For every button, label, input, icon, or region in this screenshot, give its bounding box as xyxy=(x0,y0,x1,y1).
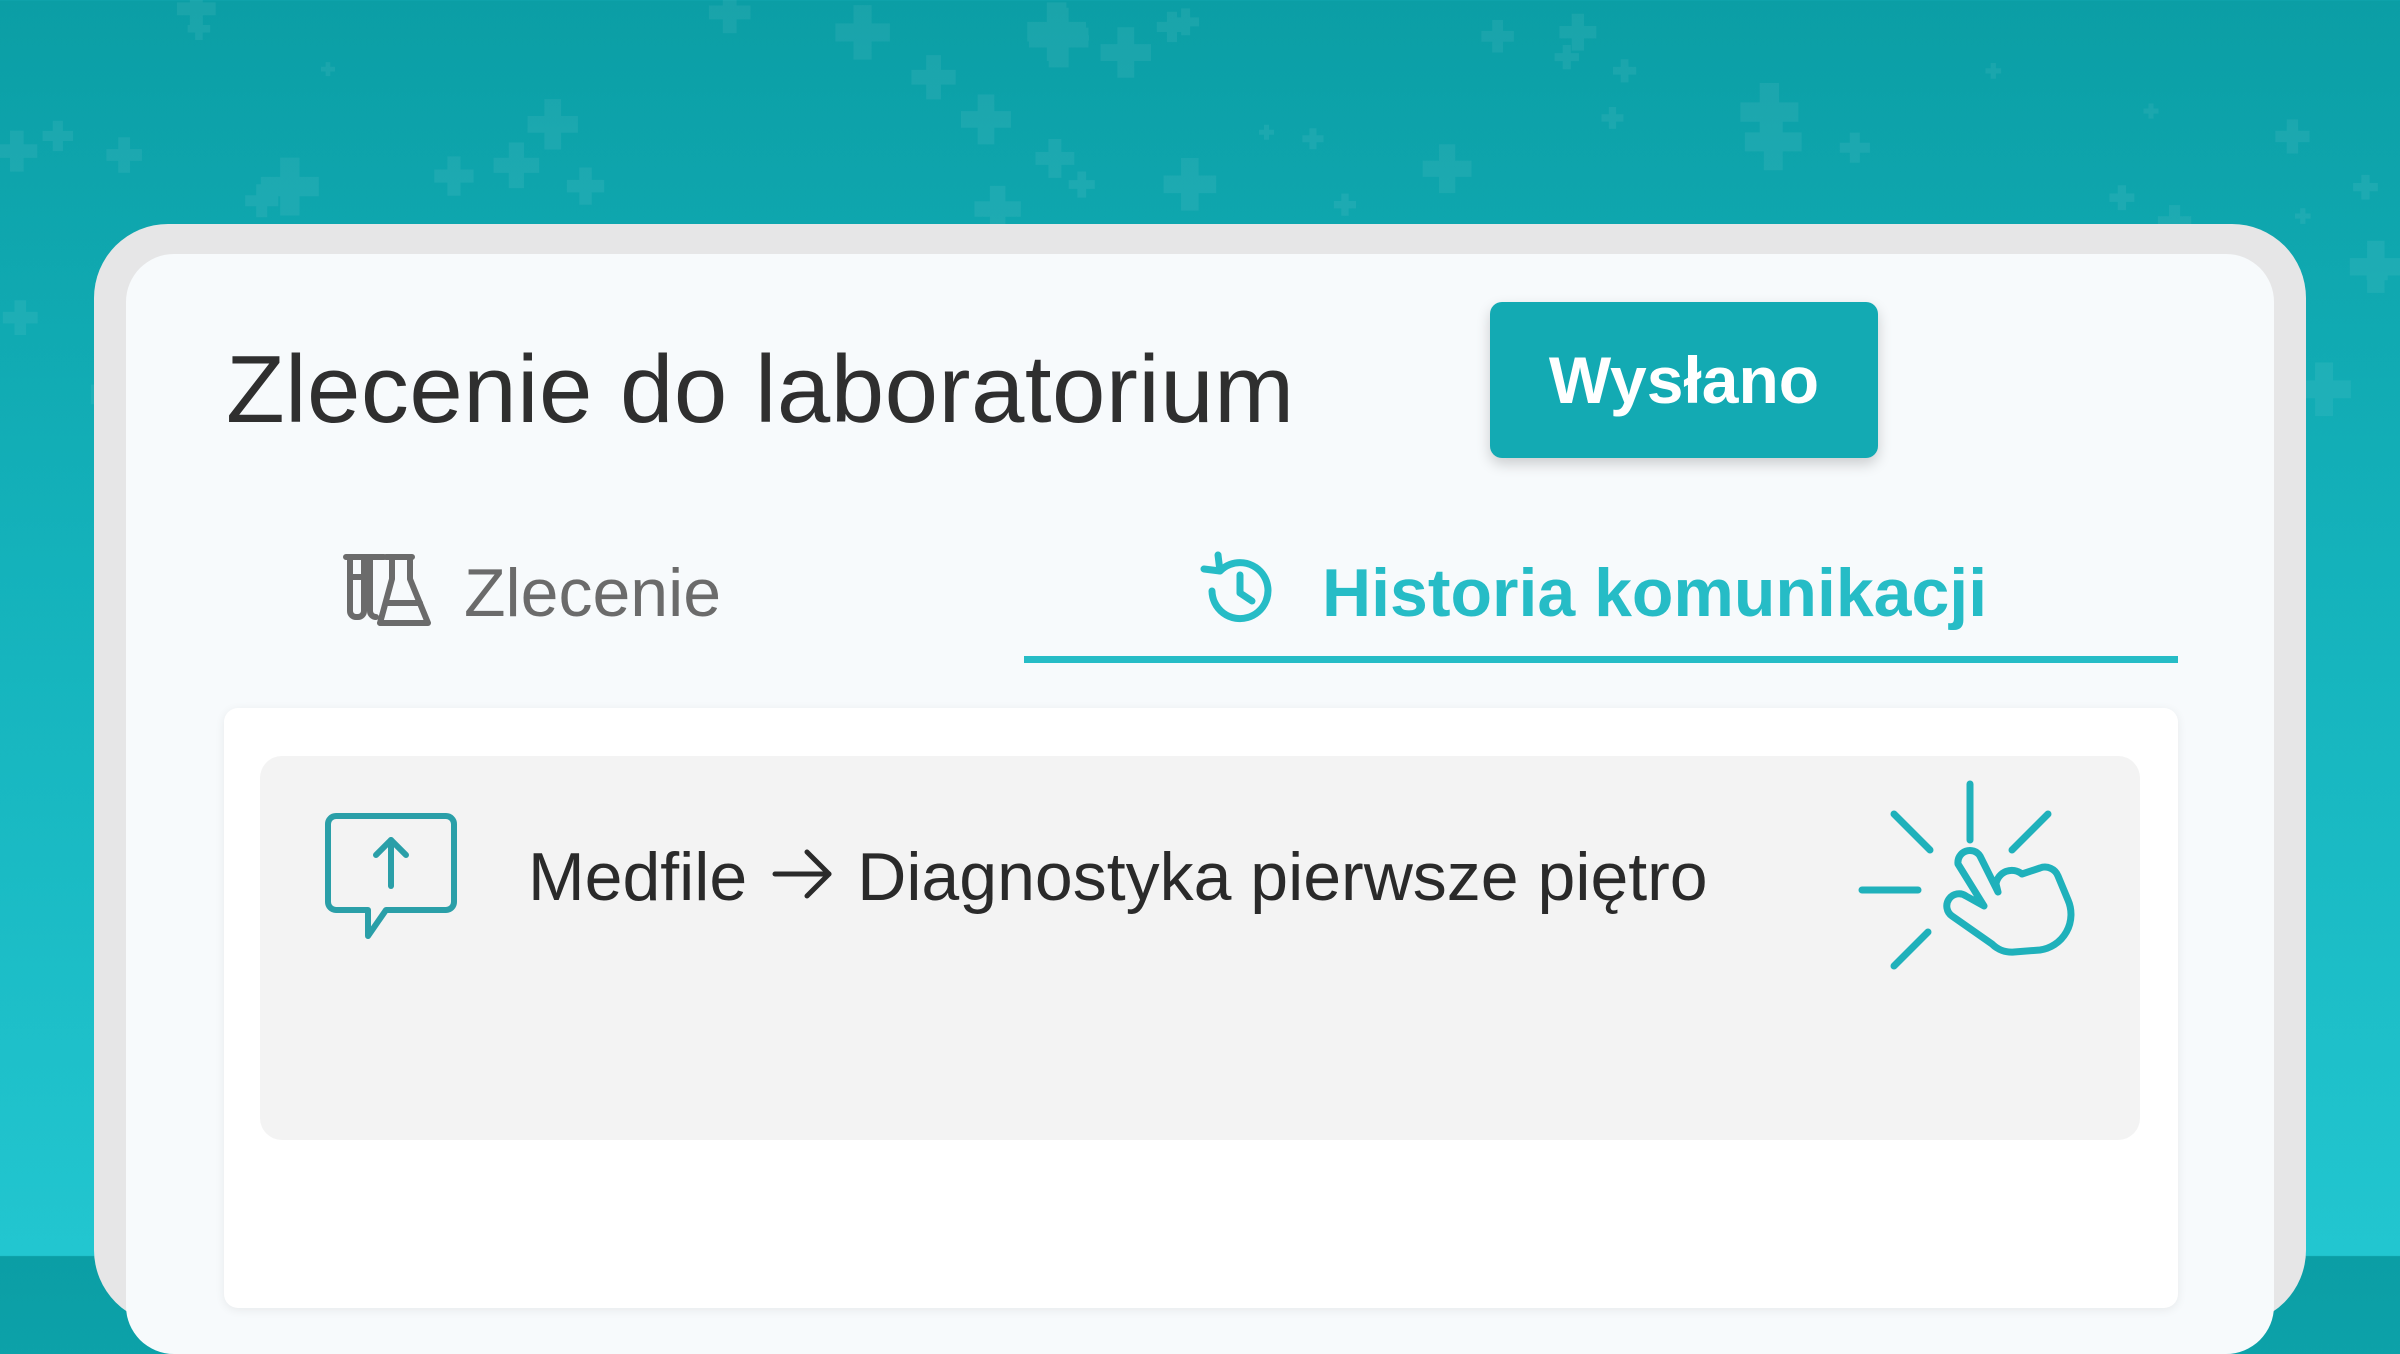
background-cross xyxy=(106,137,142,173)
background-cross xyxy=(320,62,335,77)
tab-communication-history[interactable]: Historia komunikacji xyxy=(1198,548,1987,638)
flask-icon xyxy=(340,553,432,634)
background-cross xyxy=(2143,103,2159,119)
background-cross xyxy=(1839,132,1870,163)
background-cross xyxy=(2353,174,2378,200)
background-cross xyxy=(1333,193,1357,216)
background-cross xyxy=(1163,158,1217,211)
background-cross xyxy=(493,142,540,189)
background-cross xyxy=(1612,59,1637,83)
background-cross xyxy=(961,94,1011,145)
active-tab-indicator xyxy=(1024,656,2178,663)
background-cross xyxy=(835,5,890,60)
history-icon xyxy=(1198,551,1278,636)
message-route: Medfile Diagnostyka pierwsze piętro xyxy=(528,832,1708,922)
background-cross xyxy=(1422,144,1472,194)
background-cross xyxy=(2275,119,2310,154)
background-cross xyxy=(42,120,74,152)
background-cross xyxy=(1302,128,1324,150)
background-cross xyxy=(708,0,751,34)
message-upload-icon xyxy=(324,812,458,947)
background-cross xyxy=(1985,62,2002,79)
page-title: Zlecenie do laboratorium xyxy=(226,336,1295,443)
tab-communication-history-label: Historia komunikacji xyxy=(1322,555,1988,631)
background-cross xyxy=(1481,19,1514,53)
background-cross xyxy=(260,157,319,216)
background-cross xyxy=(1100,27,1152,78)
background-cross xyxy=(2109,185,2135,211)
background-cross xyxy=(434,156,474,196)
tab-order-label: Zlecenie xyxy=(464,555,722,631)
background-cross xyxy=(0,130,38,172)
background-cross xyxy=(2,300,38,336)
background-cross xyxy=(566,167,605,205)
click-hand-icon[interactable] xyxy=(1858,780,2078,985)
background-cross xyxy=(1601,107,1624,129)
background-cross xyxy=(1744,113,1802,171)
arrow-right-icon xyxy=(771,832,835,922)
background-cross xyxy=(1035,139,1075,178)
background-cross xyxy=(1068,171,1095,198)
background-cross xyxy=(911,55,956,100)
background-cross xyxy=(1258,124,1274,140)
background-cross xyxy=(2294,208,2311,224)
background-cross xyxy=(1027,2,1086,62)
message-recipient: Diagnostyka pierwsze piętro xyxy=(857,839,1708,915)
background-cross xyxy=(527,99,578,150)
tab-order[interactable]: Zlecenie xyxy=(340,548,721,638)
status-badge: Wysłano xyxy=(1490,302,1878,458)
message-sender: Medfile xyxy=(528,839,748,915)
